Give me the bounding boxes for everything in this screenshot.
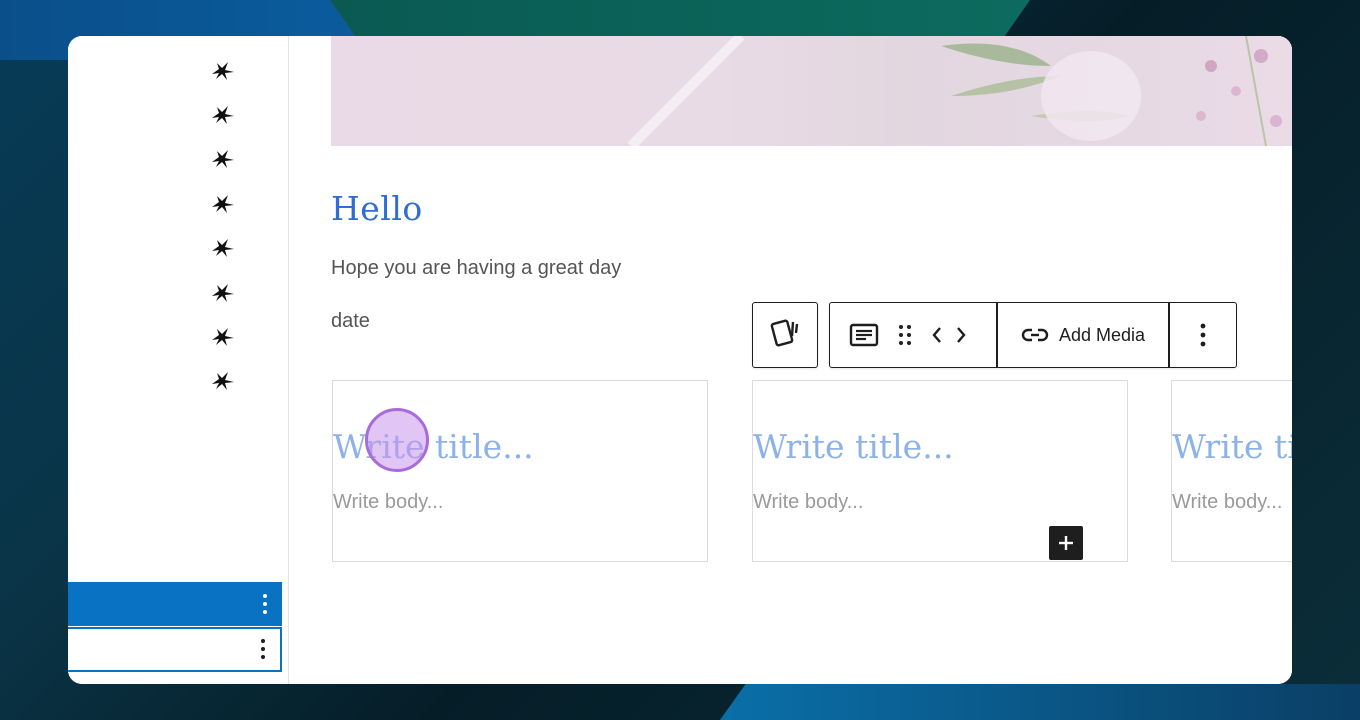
date-block[interactable]: date [331,310,370,333]
block-toolbar: Add Media [829,302,1237,368]
chevrons-left-right-icon [932,327,966,343]
background-shape [720,684,1360,720]
bird-icon[interactable] [210,326,236,348]
move-buttons[interactable] [928,303,972,367]
card-body[interactable]: Write body... [333,491,443,514]
cards-icon [770,319,799,347]
link-icon [1021,328,1049,342]
bird-icon[interactable] [210,193,236,215]
editor-canvas: Hello Hope you are having a great day da… [289,36,1292,684]
card-block[interactable]: Write title... Write body... [1171,380,1292,562]
more-options-icon[interactable] [262,592,268,616]
post-heading[interactable]: Hello [331,189,423,228]
options-button[interactable] [1170,303,1236,367]
paragraph-button[interactable] [842,303,886,367]
paragraph-block[interactable]: Hope you are having a great day [331,257,621,280]
add-media-label: Add Media [1058,324,1146,345]
sidebar-row[interactable] [68,627,282,672]
card-body[interactable]: Write body... [753,491,863,514]
align-text-icon [849,323,879,347]
card-title[interactable]: Write title... [1172,427,1292,466]
plus-icon [1059,536,1073,550]
sidebar [68,36,289,684]
bird-icon[interactable] [210,237,236,259]
editor-window: Hello Hope you are having a great day da… [68,36,1292,684]
drag-handle-icon [899,325,911,345]
add-block-button[interactable] [1049,526,1083,560]
more-options-icon [1200,323,1206,347]
bird-icon[interactable] [210,148,236,170]
card-body[interactable]: Write body... [1172,491,1282,514]
cover-image[interactable] [331,36,1292,146]
card-title[interactable]: Write title... [333,427,534,466]
more-options-icon[interactable] [260,637,266,661]
sidebar-row-selected[interactable] [68,582,282,626]
bird-icon[interactable] [210,370,236,392]
toolbar-divider [996,303,998,367]
bird-icon[interactable] [210,282,236,304]
flower-image [627,36,1282,146]
add-media-button[interactable]: Add Media [1000,303,1166,367]
card-title[interactable]: Write title... [753,427,954,466]
bird-icon[interactable] [210,60,236,82]
bird-icon[interactable] [210,104,236,126]
drag-handle[interactable] [892,303,918,367]
block-type-button[interactable] [752,302,818,368]
click-indicator [365,408,429,472]
